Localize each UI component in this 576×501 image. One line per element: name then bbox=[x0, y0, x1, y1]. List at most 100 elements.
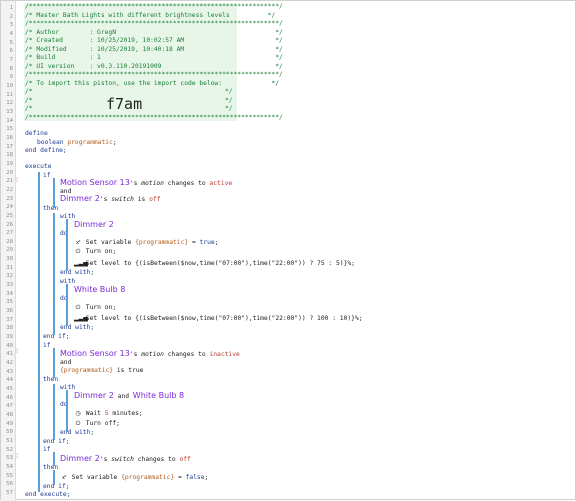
device-name: Dimmer 2 bbox=[74, 391, 114, 400]
line-number: 24 bbox=[6, 204, 13, 211]
line-number: 18 bbox=[6, 152, 13, 159]
line-number: 41 bbox=[6, 351, 13, 358]
variable-name: programmatic bbox=[67, 138, 113, 146]
line-number: 49 bbox=[6, 420, 13, 427]
comment-line: /***************************************… bbox=[25, 3, 283, 10]
line-number: 57 bbox=[6, 489, 13, 496]
turn-off-statement[interactable]: ⏻ Turn off; bbox=[74, 420, 120, 428]
line-number: 56 bbox=[6, 481, 13, 488]
line-number: 46 bbox=[6, 394, 13, 401]
block-guide bbox=[38, 172, 40, 492]
ui-version-comment: /* UI version : v0.3.110.20191009 */ bbox=[25, 62, 283, 70]
line-number: 34 bbox=[6, 290, 13, 297]
comparison: changes to bbox=[167, 180, 206, 187]
comment-line: /***************************************… bbox=[25, 71, 283, 78]
line-number: 44 bbox=[6, 377, 13, 384]
import-instructions-comment: /* To import this piston, use the import… bbox=[25, 79, 280, 87]
set-level-statement[interactable]: ▂▃▅ Set level to {(isBetween($now,time("… bbox=[74, 260, 355, 268]
line-number: 20 bbox=[6, 169, 13, 176]
line-number: 10 bbox=[6, 82, 13, 89]
block-guide bbox=[53, 470, 55, 485]
device-name[interactable]: White Bulb 8 bbox=[74, 284, 125, 295]
power-icon: ⏻ bbox=[75, 420, 81, 427]
wait-duration: 5 bbox=[104, 410, 109, 417]
line-number: 29 bbox=[6, 247, 13, 254]
import-code[interactable]: f7am bbox=[106, 95, 142, 113]
block-guide bbox=[53, 384, 55, 440]
execute-keyword: execute bbox=[25, 163, 52, 170]
then-keyword: then bbox=[43, 464, 59, 471]
line-number: 53 bbox=[6, 455, 13, 462]
line-number: 31 bbox=[6, 264, 13, 271]
fold-marker-icon[interactable]: ⁞ bbox=[14, 348, 20, 356]
comment-line: /***************************************… bbox=[25, 113, 283, 121]
turn-on-statement[interactable]: ⏻ Turn on; bbox=[74, 248, 117, 256]
line-number: 19 bbox=[6, 160, 13, 167]
condition-switch-off[interactable]: Dimmer 2's switch is off bbox=[60, 193, 161, 204]
power-icon: ⏻ bbox=[75, 304, 81, 311]
line-number: 30 bbox=[6, 256, 13, 263]
power-icon: ⏻ bbox=[75, 248, 81, 255]
line-number: 11 bbox=[6, 91, 13, 98]
if-keyword: if bbox=[43, 446, 51, 453]
device-name: Dimmer 2 bbox=[60, 194, 100, 203]
set-variable-statement[interactable]: x² Set variable {programmatic} = false; bbox=[60, 474, 208, 482]
line-number: 26 bbox=[6, 221, 13, 228]
x-variable-icon: x² bbox=[76, 240, 80, 246]
attribute-name: switch bbox=[111, 196, 134, 203]
end-execute-keyword: end execute; bbox=[25, 491, 71, 498]
piston-title-comment: /* Master Bath Lights with different bri… bbox=[25, 11, 276, 19]
statement-text: Turn off; bbox=[85, 420, 120, 427]
comparison: changes to bbox=[167, 351, 206, 358]
line-number: 33 bbox=[6, 282, 13, 289]
line-number: 7 bbox=[9, 56, 13, 63]
turn-on-statement[interactable]: ⏻ Turn on; bbox=[74, 304, 117, 312]
line-number: 28 bbox=[6, 238, 13, 245]
condition-variable-true[interactable]: {programmatic} is true bbox=[60, 367, 143, 375]
set-variable-statement[interactable]: x² Set variable {programmatic} = true; bbox=[74, 239, 219, 247]
comment-line: /* bbox=[25, 88, 33, 95]
comment-line: /* bbox=[25, 105, 33, 112]
line-number: 42 bbox=[6, 360, 13, 367]
then-keyword: then bbox=[43, 376, 59, 383]
condition-motion-inactive[interactable]: Motion Sensor 13's motion changes to ina… bbox=[60, 348, 240, 359]
block-guide bbox=[66, 390, 68, 432]
set-level-statement[interactable]: ▂▃▅ Set level to {(isBetween($now,time("… bbox=[74, 315, 363, 323]
signal-bars-icon: ▂▃▅ bbox=[74, 260, 88, 267]
line-number: 5 bbox=[9, 39, 13, 46]
and-operator: and bbox=[117, 393, 129, 400]
statement-text: Set level to {(isBetween($now,time("07:0… bbox=[85, 260, 355, 267]
condition-motion-active[interactable]: Motion Sensor 13's motion changes to act… bbox=[60, 177, 232, 188]
end-if-keyword: end if; bbox=[43, 333, 70, 340]
line-number: 21 bbox=[6, 178, 13, 185]
line-number: 27 bbox=[6, 230, 13, 237]
statement-text: Wait bbox=[85, 410, 101, 417]
with-devices[interactable]: Dimmer 2 and White Bulb 8 bbox=[74, 390, 184, 401]
variable-declaration[interactable]: boolean programmatic; bbox=[37, 139, 117, 147]
line-number: 47 bbox=[6, 403, 13, 410]
attribute-name: switch bbox=[111, 456, 134, 463]
device-name[interactable]: Dimmer 2 bbox=[74, 219, 114, 230]
type-keyword: boolean bbox=[37, 138, 64, 146]
define-keyword: define bbox=[25, 130, 48, 137]
wait-statement[interactable]: ◷ Wait 5 minutes; bbox=[74, 410, 142, 418]
line-number: 2 bbox=[9, 13, 13, 20]
comparison: is bbox=[137, 196, 146, 203]
fold-marker-icon[interactable]: ⁞ bbox=[14, 453, 20, 461]
block-guide bbox=[53, 452, 55, 466]
statement-text: Turn on; bbox=[85, 248, 117, 255]
line-number: 3 bbox=[9, 22, 13, 29]
semicolon: ; bbox=[112, 138, 117, 146]
x-variable-icon: x² bbox=[62, 475, 66, 481]
line-number: 12 bbox=[6, 100, 13, 107]
line-number: 52 bbox=[6, 446, 13, 453]
statement-text: Set variable {programmatic} = false; bbox=[71, 474, 209, 481]
condition-switch-changes-off[interactable]: Dimmer 2's switch changes to off bbox=[60, 453, 191, 464]
variable-name: {programmatic} bbox=[60, 367, 114, 374]
modified-comment: /* Modified : 10/25/2019, 10:40:18 AM */ bbox=[25, 45, 283, 53]
line-number: 38 bbox=[6, 325, 13, 332]
line-number: 55 bbox=[6, 472, 13, 479]
fold-marker-icon[interactable]: ⁞ bbox=[14, 177, 20, 185]
line-number: 25 bbox=[6, 212, 13, 219]
possessive: 's bbox=[129, 351, 138, 358]
